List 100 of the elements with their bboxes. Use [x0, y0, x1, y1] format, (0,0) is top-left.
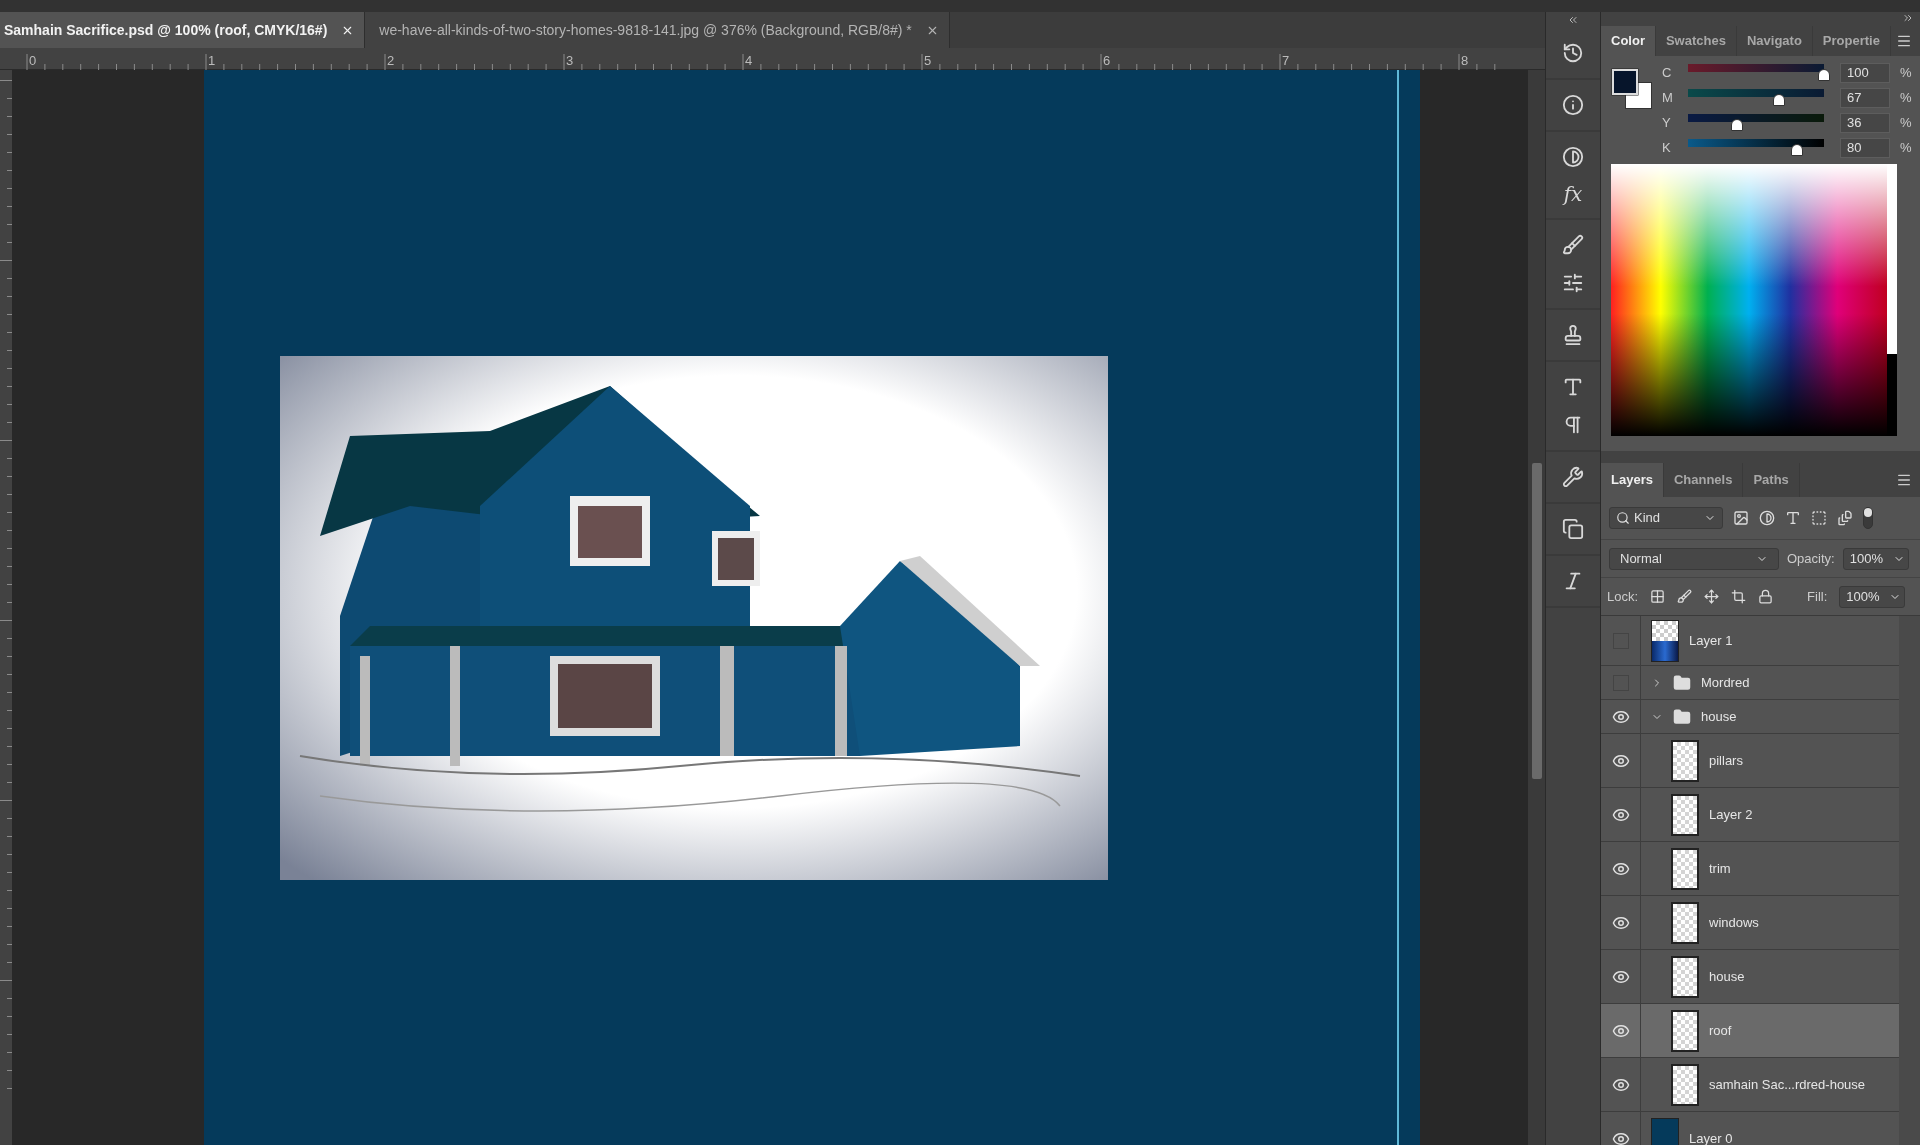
- collapse-panels-icon[interactable]: [1567, 14, 1579, 26]
- panel-tab[interactable]: Layers: [1601, 463, 1664, 497]
- shape-filter-icon[interactable]: [1811, 510, 1827, 526]
- layer-name: samhain Sac...rdred-house: [1709, 1075, 1866, 1094]
- ruler-label: 1: [208, 53, 216, 68]
- layer-row[interactable]: house: [1601, 950, 1899, 1004]
- layer-name: pillars: [1709, 751, 1743, 770]
- percent-unit: %: [1900, 138, 1912, 157]
- layer-thumbnail: [1671, 1009, 1699, 1052]
- styles-icon[interactable]: fx: [1563, 184, 1583, 204]
- type-filter-icon[interactable]: [1785, 510, 1801, 526]
- layer-row[interactable]: Layer 1: [1601, 616, 1899, 666]
- panel-menu-icon[interactable]: [1896, 472, 1912, 488]
- layer-name: trim: [1709, 859, 1731, 878]
- layer-row[interactable]: windows: [1601, 896, 1899, 950]
- ruler-label: 4: [745, 53, 753, 68]
- slider-thumb[interactable]: [1773, 93, 1786, 106]
- layer-row[interactable]: Mordred: [1601, 666, 1899, 700]
- history-icon[interactable]: [1562, 42, 1584, 64]
- opacity-label: Opacity:: [1787, 549, 1835, 568]
- layer-name: Layer 0: [1689, 1129, 1733, 1145]
- document-tab[interactable]: Samhain Sacrifice.psd @ 100% (roof, CMYK/16#): [0, 12, 366, 48]
- ruler-label: 3: [566, 53, 574, 68]
- channel-label: Y: [1662, 113, 1672, 132]
- slider-thumb[interactable]: [1730, 118, 1743, 131]
- channel-value-field[interactable]: 80: [1840, 137, 1890, 158]
- adjustments-icon[interactable]: [1562, 146, 1584, 168]
- layer-filter-dropdown[interactable]: Kind: [1609, 507, 1723, 529]
- percent-unit: %: [1900, 113, 1912, 132]
- layer-row[interactable]: roof: [1601, 1004, 1899, 1058]
- layer-name: house: [1701, 707, 1737, 726]
- character-icon[interactable]: [1562, 376, 1584, 398]
- layer-comps-icon[interactable]: [1562, 518, 1584, 540]
- layers-scroll-track[interactable]: [1899, 616, 1920, 1145]
- vertical-scrollbar[interactable]: [1528, 70, 1545, 1145]
- layer-thumbnail: [1671, 901, 1699, 944]
- lock-transparency-icon[interactable]: [1650, 589, 1666, 604]
- layer-thumbnail: [1671, 847, 1699, 890]
- blend-mode-dropdown[interactable]: Normal: [1609, 547, 1779, 570]
- layer-row[interactable]: pillars: [1601, 734, 1899, 788]
- tools-icon[interactable]: [1562, 466, 1584, 488]
- brightness-strip[interactable]: [1887, 164, 1897, 436]
- document-tab[interactable]: we-have-all-kinds-of-two-story-homes-9818-141.jpg @ 376% (Background, RGB/8#) *: [365, 12, 950, 48]
- layer-thumbnail: [1651, 619, 1679, 662]
- document-canvas[interactable]: [204, 70, 1420, 1145]
- layer-name: roof: [1709, 1021, 1732, 1040]
- fill-label: Fill:: [1807, 587, 1828, 606]
- layer-name: Layer 1: [1689, 631, 1733, 650]
- panel-menu-icon[interactable]: [1896, 33, 1912, 49]
- ruler-label: 8: [1461, 53, 1469, 68]
- document-tab-title: we-have-all-kinds-of-two-story-homes-9818-141.jpg @ 376% (Background, RGB/8#) *: [379, 20, 912, 40]
- search-icon: [1616, 511, 1630, 525]
- ruler-label: 0: [29, 53, 37, 68]
- ruler-label: 6: [1103, 53, 1111, 68]
- layer-thumbnail: [1671, 1063, 1699, 1106]
- layer-name: Mordred: [1701, 673, 1750, 692]
- fill-field[interactable]: 100%: [1839, 585, 1906, 608]
- brush-settings-icon[interactable]: [1562, 272, 1584, 294]
- channel-label: C: [1662, 63, 1672, 82]
- layer-thumbnail: [1671, 955, 1699, 998]
- channel-value-field[interactable]: 67: [1840, 87, 1890, 108]
- smart-object-filter-icon[interactable]: [1837, 510, 1853, 526]
- lock-position-icon[interactable]: [1704, 589, 1720, 604]
- channel-value-field[interactable]: 100: [1840, 62, 1890, 83]
- layer-name: windows: [1709, 913, 1759, 932]
- slider-thumb[interactable]: [1818, 68, 1830, 81]
- lock-artboard-icon[interactable]: [1731, 589, 1747, 604]
- layer-row[interactable]: Layer 2: [1601, 788, 1899, 842]
- opacity-field[interactable]: 100%: [1842, 547, 1909, 570]
- layer-name: house: [1709, 967, 1745, 986]
- layer-thumbnail: [1671, 793, 1699, 836]
- lock-all-icon[interactable]: [1758, 589, 1774, 604]
- channel-label: K: [1662, 138, 1672, 157]
- layer-row[interactable]: trim: [1601, 842, 1899, 896]
- lock-pixels-icon[interactable]: [1677, 589, 1693, 604]
- layer-row[interactable]: house: [1601, 700, 1899, 734]
- lock-label: Lock:: [1607, 587, 1639, 606]
- info-icon[interactable]: [1562, 94, 1584, 116]
- layer-thumbnail: [1671, 739, 1699, 782]
- scrollbar-thumb[interactable]: [1531, 463, 1542, 779]
- color-spectrum[interactable]: [1611, 164, 1887, 436]
- channel-value-field[interactable]: 36: [1840, 112, 1890, 133]
- folder-icon: [1673, 673, 1691, 692]
- expand-panels-icon[interactable]: [1902, 12, 1914, 24]
- clone-source-icon[interactable]: [1562, 324, 1584, 346]
- percent-unit: %: [1900, 88, 1912, 107]
- layer-row[interactable]: samhain Sac...rdred-house: [1601, 1058, 1899, 1112]
- adjustment-filter-icon[interactable]: [1759, 510, 1775, 526]
- pixel-filter-icon[interactable]: [1733, 510, 1749, 526]
- panel-tab[interactable]: Color: [1601, 26, 1656, 56]
- filter-toggle[interactable]: [1863, 507, 1873, 529]
- document-tab-title: Samhain Sacrifice.psd @ 100% (roof, CMYK/16#): [4, 20, 328, 40]
- layer-name: Layer 2: [1709, 805, 1753, 824]
- ruler-label: 7: [1282, 53, 1290, 68]
- ruler-label: 2: [387, 53, 395, 68]
- ruler-label: 5: [924, 53, 932, 68]
- folder-icon: [1673, 707, 1691, 726]
- slider-thumb[interactable]: [1790, 143, 1803, 156]
- brush-icon[interactable]: [1562, 234, 1584, 256]
- foreground-background-swatches[interactable]: [1611, 68, 1652, 109]
